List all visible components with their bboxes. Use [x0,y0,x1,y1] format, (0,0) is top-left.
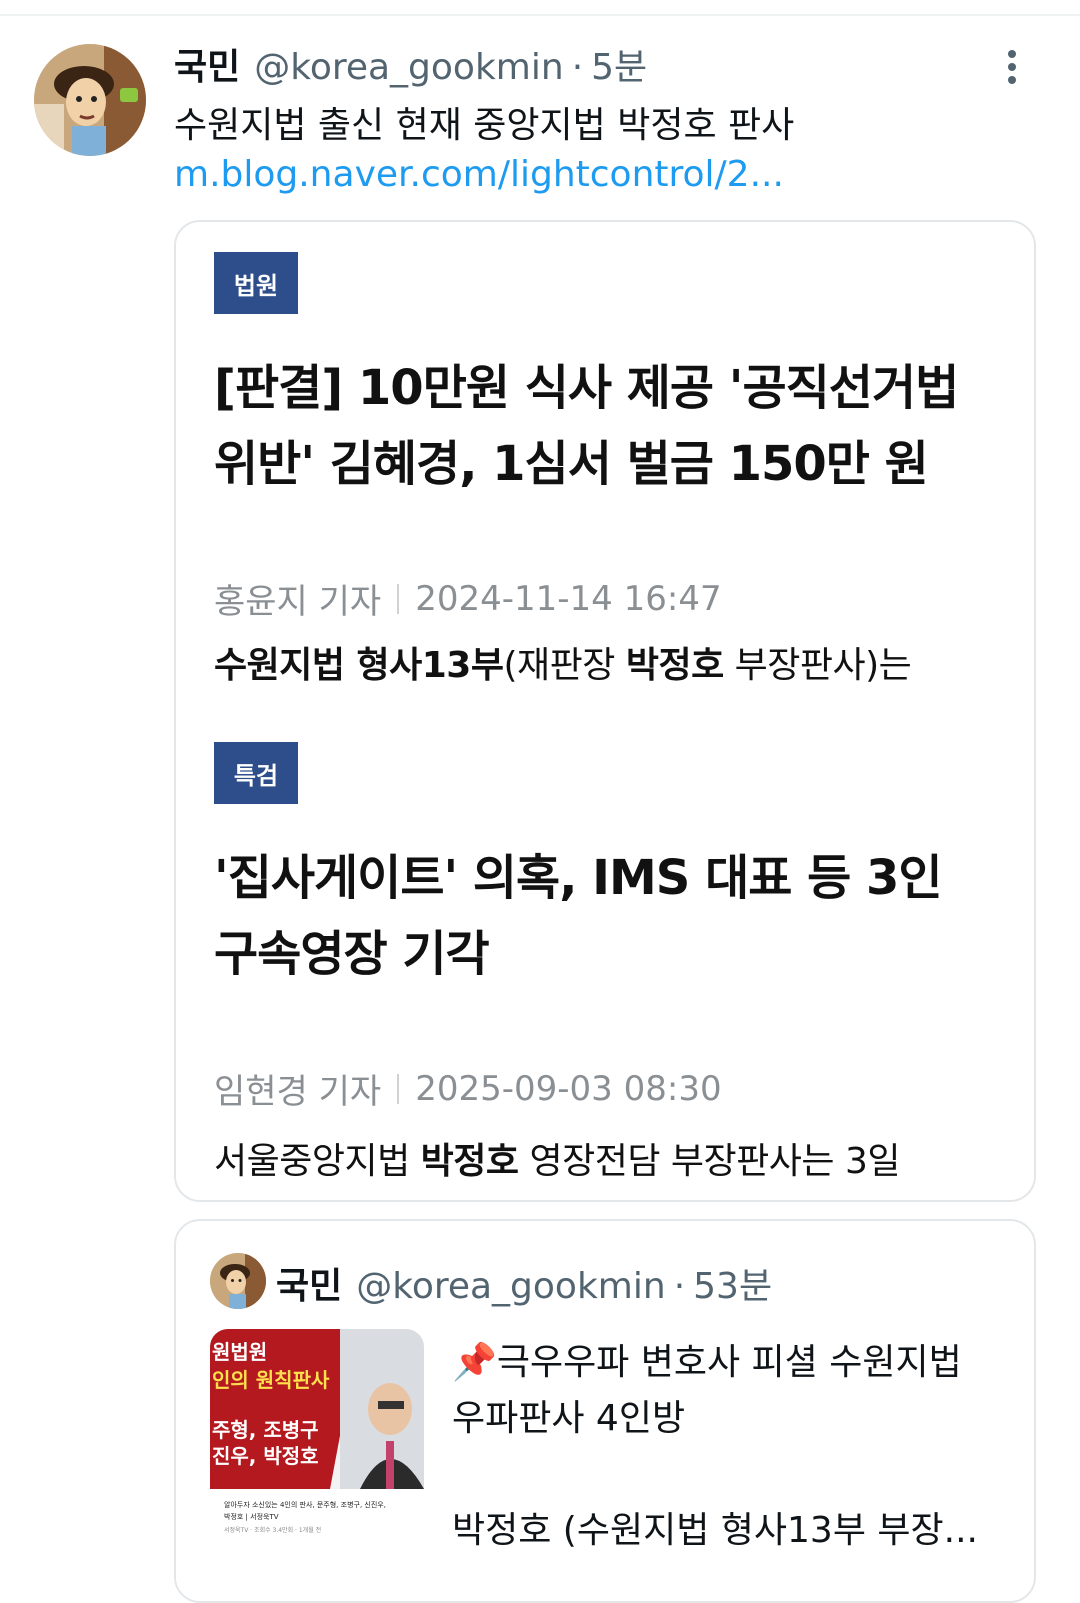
thumb-caption: 알아두자 소신있는 4인의 판사, 문주형, 조병구, 신진우, [224,1500,386,1509]
snippet-text: 영장전담 부장판사는 3일 [518,1141,900,1182]
article-headline: [판결] 10만원 식사 제공 '공직선거법 위반' 김혜경, 1심서 벌금 1… [214,350,1014,502]
tweet-header: 국민 @korea_gookmin · 5분 [174,38,647,90]
author-avatar[interactable] [34,44,146,156]
more-options-icon[interactable] [1001,48,1023,86]
tweet-timestamp[interactable]: 5분 [591,38,647,90]
thumb-title-line: 인의 원칙판사 [212,1368,330,1392]
article-headline: '집사게이트' 의혹, IMS 대표 등 3인 구속영장 기각 [214,840,1014,992]
separator-dot: · [571,47,584,88]
author-name[interactable]: 국민 [174,38,240,90]
quoted-author-name[interactable]: 국민 [276,1257,342,1309]
meta-divider [397,1073,400,1104]
category-tag: 법원 [214,252,298,314]
thumb-caption: 박정호 | 서정욱TV [224,1512,279,1521]
headline-line: 구속영장 기각 [214,926,490,982]
snippet-text: 서울중앙지법 [214,1141,421,1182]
quoted-timestamp[interactable]: 53분 [693,1257,772,1309]
quoted-text-line: 박정호 (수원지법 형사13부 부장... [452,1510,978,1551]
snippet-text: 부장판사)는 [723,645,912,686]
headline-line: 위반' 김혜경, 1심서 벌금 150만 원 [214,436,929,492]
article-meta: 임현경 기자 2025-09-03 08:30 [214,1064,722,1113]
attached-image-card[interactable]: 법원 [판결] 10만원 식사 제공 '공직선거법 위반' 김혜경, 1심서 벌… [174,220,1036,1202]
author-handle[interactable]: @korea_gookmin [254,47,563,88]
video-thumbnail[interactable]: 원법원 인의 원칙판사 주형, 조병구 진우, 박정호 알아두자 소신있는 4인… [210,1329,424,1543]
quoted-author-handle[interactable]: @korea_gookmin [356,1266,665,1307]
separator-dot: · [673,1266,686,1307]
snippet-text: (재판장 [503,645,626,686]
top-divider [0,14,1080,16]
article-date: 2025-09-03 08:30 [415,1068,722,1109]
quoted-text-line: 📌극우우파 변호사 피셜 수원지법 [452,1342,962,1383]
headline-line: [판결] 10만원 식사 제공 '공직선거법 [214,360,959,416]
thumb-title-line: 진우, 박정호 [212,1444,319,1468]
quoted-tweet[interactable]: 국민 @korea_gookmin · 53분 원법원 인의 원칙판사 주형, … [174,1219,1036,1603]
reporter-name: 홍윤지 기자 [214,582,382,622]
thumbnail-image: 원법원 인의 원칙판사 주형, 조병구 진우, 박정호 알아두자 소신있는 4인… [210,1329,424,1543]
snippet-bold: 박정호 [625,645,724,686]
article-snippet: 서울중앙지법 박정호 영장전담 부장판사는 3일 [214,1132,900,1184]
cartoon-avatar-image [210,1253,266,1309]
tweet-text: 수원지법 출신 현재 중앙지법 박정호 판사 [174,105,795,146]
headline-line: '집사게이트' 의혹, IMS 대표 등 3인 [214,850,943,906]
thumb-title-line: 원법원 [212,1340,267,1364]
snippet-bold: 박정호 [420,1141,519,1182]
cartoon-avatar-image [34,44,146,156]
thumb-title-line: 주형, 조병구 [212,1418,319,1442]
snippet-bold: 수원지법 형사13부 [214,645,504,686]
quoted-author-avatar[interactable] [210,1253,266,1309]
article-meta: 홍윤지 기자 2024-11-14 16:47 [214,574,722,623]
category-tag: 특검 [214,742,298,804]
article-snippet: 수원지법 형사13부(재판장 박정호 부장판사)는 [214,636,912,688]
tweet-link[interactable]: m.blog.naver.com/lightcontrol/2... [174,154,784,195]
thumb-caption: 서정욱TV · 조회수 3.4만회 · 1개월 전 [224,1526,321,1534]
quoted-text-line: 우파판사 4인방 [452,1398,686,1439]
article-date: 2024-11-14 16:47 [415,578,722,619]
reporter-name: 임현경 기자 [214,1072,382,1112]
quoted-tweet-header: 국민 @korea_gookmin · 53분 [276,1257,772,1309]
meta-divider [397,583,400,614]
